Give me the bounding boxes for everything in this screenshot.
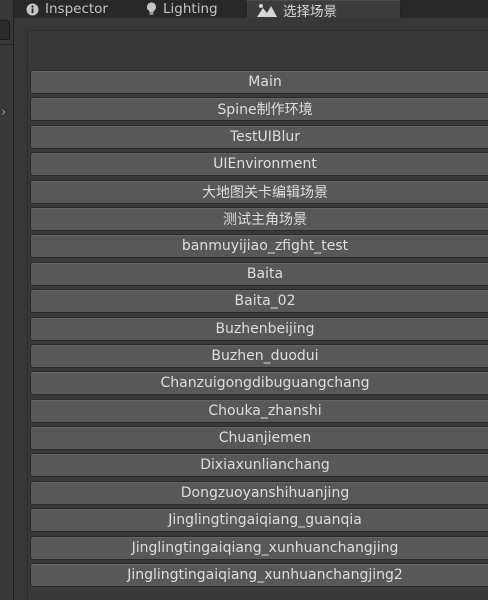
scene-button[interactable]: Buzhen_duodui — [30, 343, 488, 368]
tab-lighting[interactable]: Lighting — [146, 0, 218, 18]
scene-button[interactable]: Baita — [30, 261, 488, 286]
scene-button[interactable]: Chouka_zhanshi — [30, 398, 488, 423]
tab-inspector-label: Inspector — [45, 1, 108, 17]
scene-button[interactable]: Jinglingtingaiqiang_guanqia — [30, 508, 488, 533]
scene-landscape-icon — [257, 3, 277, 17]
scene-button[interactable]: Buzhenbeijing — [30, 316, 488, 341]
scene-button[interactable]: Main — [30, 70, 488, 94]
tab-scene-select-label: 选择场景 — [283, 3, 337, 20]
scene-button[interactable]: TestUIBlur — [30, 124, 488, 149]
scene-button[interactable]: Baita_02 — [30, 289, 488, 314]
clipped-field[interactable] — [0, 20, 10, 40]
left-side-panel: › — [0, 0, 14, 600]
tab-bar: Inspector Lighting 选择场景 — [14, 0, 488, 20]
scene-button[interactable]: Chuanjiemen — [30, 426, 488, 451]
tab-inspector[interactable]: Inspector — [26, 0, 108, 18]
scene-button[interactable]: Dongzuoyanshihuanjing — [30, 480, 488, 505]
scene-button[interactable]: Chanzuigongdibuguangchang — [30, 371, 488, 396]
scene-button[interactable]: UIEnvironment — [30, 152, 488, 177]
scene-button[interactable]: 大地图关卡编辑场景 — [30, 179, 488, 204]
lightbulb-icon — [146, 2, 157, 16]
scene-button[interactable]: 测试主角场景 — [30, 206, 488, 231]
tab-lighting-label: Lighting — [163, 1, 218, 17]
tab-scene-select[interactable]: 选择场景 — [246, 0, 401, 20]
scene-button[interactable]: banmuyijiao_zfight_test — [30, 234, 488, 259]
scene-button[interactable]: Jinglingtingaiqiang_xunhuanchangjing — [30, 535, 488, 560]
scene-button[interactable]: Dixiaxunlianchang — [30, 453, 488, 478]
scene-button[interactable]: Jinglingtingaiqiang_xunhuanchangjing2 — [30, 563, 488, 588]
info-icon — [26, 3, 39, 16]
editor-window: › Inspector Lighting 选择场景 Main Spine制作环境… — [0, 0, 488, 600]
chevron-right-icon[interactable]: › — [1, 106, 6, 120]
scene-button[interactable]: Spine制作环境 — [30, 97, 488, 122]
scene-list: Main Spine制作环境 TestUIBlur UIEnvironment 大地图关… — [30, 70, 488, 590]
divider — [0, 44, 13, 45]
